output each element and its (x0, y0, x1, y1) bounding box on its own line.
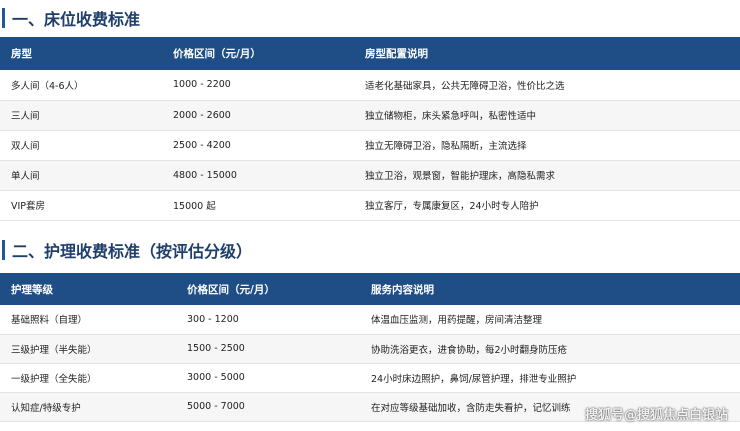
cell-price: 1000 - 2200 (173, 79, 231, 91)
header-service-desc: 服务内容说明 (371, 283, 434, 296)
table-row: 基础照料（自理） 300 - 1200 体温血压监测，用药提醒，房间清洁整理 (0, 305, 740, 334)
cell-care-level: 基础照料（自理） (11, 315, 88, 327)
cell-config: 独立卫浴，观景窗，智能护理床，高隐私需求 (365, 171, 556, 182)
cell-price: 2000 - 2600 (173, 109, 231, 121)
cell-service: 24小时床边照护，鼻饲/尿管护理，排泄专业照护 (371, 373, 577, 385)
cell-price: 2500 - 4200 (173, 139, 231, 151)
table-row: 一级护理（全失能） 3000 - 5000 24小时床边照护，鼻饲/尿管护理，排… (0, 363, 740, 392)
header-care-level: 护理等级 (11, 283, 53, 296)
cell-price: 5000 - 7000 (187, 401, 245, 412)
cell-config: 独立客厅，专属康复区，24小时专人陪护 (365, 201, 539, 212)
table-row: 双人间 2500 - 4200 独立无障碍卫浴，隐私隔断，主流选择 (0, 130, 740, 160)
table-header-row: 房型 价格区间（元/月） 房型配置说明 (0, 37, 740, 70)
bed-fee-table: 房型 价格区间（元/月） 房型配置说明 多人间（4-6人） 1000 - 220… (0, 37, 740, 221)
cell-config: 独立储物柜，床头紧急呼叫，私密性适中 (365, 111, 537, 122)
cell-service: 体温血压监测，用药提醒，房间清洁整理 (371, 315, 543, 327)
cell-room-type: VIP套房 (11, 201, 46, 212)
watermark: 搜狐号@搜狐焦点白银站 (584, 408, 728, 423)
section-title-bed-fees: 一、床位收费标准 (0, 5, 140, 31)
table-row: 三级护理（半失能） 1500 - 2500 协助洗浴更衣，进食协助，每2小时翻身… (0, 334, 740, 363)
table-row: 三人间 2000 - 2600 独立储物柜，床头紧急呼叫，私密性适中 (0, 100, 740, 130)
cell-room-type: 双人间 (11, 141, 40, 152)
cell-price: 300 - 1200 (187, 313, 239, 325)
header-room-config: 房型配置说明 (365, 48, 428, 60)
cell-config: 独立无障碍卫浴，隐私隔断，主流选择 (365, 141, 527, 152)
cell-service: 协助洗浴更衣，进食协助，每2小时翻身防压疮 (371, 344, 568, 356)
cell-room-type: 多人间（4-6人） (11, 80, 84, 92)
cell-price: 1500 - 2500 (187, 343, 245, 354)
section-title-text: 一、床位收费标准 (12, 10, 141, 29)
cell-care-level: 认知症/特级专护 (11, 402, 81, 414)
care-fee-table: 护理等级 价格区间（元/月） 服务内容说明 基础照料（自理） 300 - 120… (0, 273, 740, 422)
table-row: VIP套房 15000 起 独立客厅，专属康复区，24小时专人陪护 (0, 190, 740, 220)
cell-price: 3000 - 5000 (187, 372, 245, 383)
table-row: 单人间 4800 - 15000 独立卫浴，观景窗，智能护理床，高隐私需求 (0, 160, 740, 190)
cell-room-type: 三人间 (11, 111, 40, 122)
title-accent-bar (2, 8, 5, 28)
cell-room-type: 单人间 (11, 171, 40, 182)
header-price-range: 价格区间（元/月） (187, 283, 275, 296)
table-row: 多人间（4-6人） 1000 - 2200 适老化基础家具，公共无障碍卫浴，性价… (0, 70, 740, 100)
table-header-row: 护理等级 价格区间（元/月） 服务内容说明 (0, 273, 740, 305)
header-price-range: 价格区间（元/月） (173, 48, 261, 60)
cell-config: 适老化基础家具，公共无障碍卫浴，性价比之选 (365, 80, 565, 92)
cell-price: 4800 - 15000 (173, 169, 237, 181)
section-title-text: 二、护理收费标准（按评估分级） (12, 242, 253, 261)
cell-care-level: 三级护理（半失能） (11, 344, 97, 356)
cell-price: 15000 起 (173, 201, 216, 212)
section-title-care-fees: 二、护理收费标准（按评估分级） (0, 237, 252, 263)
cell-care-level: 一级护理（全失能） (11, 373, 97, 385)
title-accent-bar (2, 240, 5, 260)
header-room-type: 房型 (11, 48, 32, 60)
